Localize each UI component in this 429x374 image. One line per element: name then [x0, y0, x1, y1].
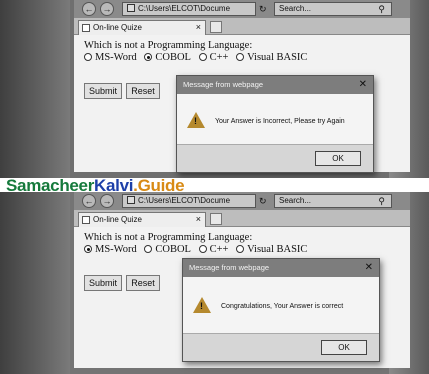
option-label: C++ — [209, 244, 229, 255]
option-cobol[interactable]: COBOL — [144, 52, 191, 63]
dialog-message: Your Answer is Incorrect, Please try Aga… — [215, 118, 345, 125]
option-cpp[interactable]: C++ — [198, 52, 229, 63]
watermark-part1: Samacheer — [6, 176, 95, 195]
dialog-title-bar: Message from webpage ✕ — [177, 76, 373, 94]
radio-cpp[interactable] — [198, 245, 207, 253]
radio-cobol[interactable] — [144, 245, 153, 253]
options-group: MS-Word COBOL C++ Visual BASIC — [84, 244, 312, 255]
search-icon[interactable]: ⚲ — [378, 195, 385, 207]
dialog-footer: OK — [183, 333, 379, 361]
screenshot-incorrect: ← → C:\Users\ELCOT\Docume ↻ Search... ⚲ O… — [0, 0, 429, 178]
question-text: Which is not a Programming Language: — [84, 232, 253, 243]
refresh-icon[interactable]: ↻ — [259, 194, 271, 208]
dialog-message: Congratulations, Your Answer is correct — [221, 303, 344, 310]
watermark-part2: Kalvi — [94, 176, 134, 195]
radio-ms-word[interactable] — [84, 53, 92, 61]
tab-title: On-line Quize — [93, 23, 142, 32]
ok-button[interactable]: OK — [315, 151, 361, 166]
tab-page-icon — [82, 216, 90, 224]
submit-button[interactable]: Submit — [84, 275, 122, 291]
option-label: Visual BASIC — [247, 52, 308, 63]
dialog-footer: OK — [177, 144, 373, 172]
option-label: MS-Word — [95, 52, 137, 63]
url-field[interactable]: C:\Users\ELCOT\Docume — [122, 194, 256, 208]
dialog-close-icon[interactable]: ✕ — [365, 259, 373, 277]
forward-button[interactable]: → — [100, 194, 114, 208]
dialog-title: Message from webpage — [189, 263, 270, 272]
screenshot-correct: ← → C:\Users\ELCOT\Docume ↻ Search... ⚲ O… — [0, 192, 429, 374]
option-cobol[interactable]: COBOL — [144, 244, 191, 255]
option-cpp[interactable]: C++ — [198, 244, 229, 255]
refresh-icon[interactable]: ↻ — [259, 2, 271, 16]
warning-icon: ! — [187, 112, 205, 128]
option-visual-basic[interactable]: Visual BASIC — [236, 244, 307, 255]
tab-close-icon[interactable]: × — [196, 21, 201, 34]
dialog-title: Message from webpage — [183, 80, 264, 89]
option-ms-word[interactable]: MS-Word — [84, 244, 137, 255]
new-tab-button[interactable] — [210, 21, 222, 33]
search-placeholder: Search... — [279, 4, 312, 13]
url-field[interactable]: C:\Users\ELCOT\Docume — [122, 2, 256, 16]
tab-close-icon[interactable]: × — [196, 213, 201, 226]
tab-online-quiz[interactable]: On-line Quize × — [78, 20, 206, 35]
tab-title: On-line Quize — [93, 215, 142, 224]
options-group: MS-Word COBOL C++ Visual BASIC — [84, 52, 312, 63]
watermark-logo: SamacheerKalvi.Guide — [6, 176, 185, 196]
option-label: COBOL — [155, 244, 191, 255]
question-text: Which is not a Programming Language: — [84, 40, 253, 51]
option-label: Visual BASIC — [247, 244, 308, 255]
ok-button[interactable]: OK — [321, 340, 367, 355]
radio-cobol[interactable] — [144, 53, 153, 61]
url-text: C:\Users\ELCOT\Docume — [138, 196, 231, 205]
address-bar: ← → C:\Users\ELCOT\Docume ↻ Search... ⚲ — [74, 0, 410, 18]
option-label: COBOL — [155, 52, 191, 63]
option-ms-word[interactable]: MS-Word — [84, 52, 137, 63]
search-input[interactable]: Search... ⚲ — [274, 2, 392, 16]
radio-visual-basic[interactable] — [236, 53, 245, 61]
dialog-title-bar: Message from webpage ✕ — [183, 259, 379, 277]
url-text: C:\Users\ELCOT\Docume — [138, 4, 231, 13]
reset-button[interactable]: Reset — [126, 83, 160, 99]
reset-button[interactable]: Reset — [126, 275, 160, 291]
search-placeholder: Search... — [279, 196, 312, 205]
alert-dialog: Message from webpage ✕ ! Congratulations… — [182, 258, 380, 362]
radio-visual-basic[interactable] — [236, 245, 245, 253]
forward-button[interactable]: → — [100, 2, 114, 16]
alert-dialog: Message from webpage ✕ ! Your Answer is … — [176, 75, 374, 173]
radio-ms-word[interactable] — [84, 245, 92, 253]
back-button[interactable]: ← — [82, 2, 96, 16]
page-icon — [127, 196, 135, 204]
tab-bar: On-line Quize × — [74, 210, 410, 227]
option-label: C++ — [209, 52, 229, 63]
option-label: MS-Word — [95, 244, 137, 255]
new-tab-button[interactable] — [210, 213, 222, 225]
option-visual-basic[interactable]: Visual BASIC — [236, 52, 307, 63]
submit-button[interactable]: Submit — [84, 83, 122, 99]
tab-page-icon — [82, 24, 90, 32]
tab-online-quiz[interactable]: On-line Quize × — [78, 212, 206, 227]
search-input[interactable]: Search... ⚲ — [274, 194, 392, 208]
dialog-close-icon[interactable]: ✕ — [359, 76, 367, 94]
tab-bar: On-line Quize × — [74, 18, 410, 35]
radio-cpp[interactable] — [198, 53, 207, 61]
watermark-part3: .Guide — [133, 176, 185, 195]
warning-icon: ! — [193, 297, 211, 313]
back-button[interactable]: ← — [82, 194, 96, 208]
page-icon — [127, 4, 135, 12]
search-icon[interactable]: ⚲ — [378, 3, 385, 15]
